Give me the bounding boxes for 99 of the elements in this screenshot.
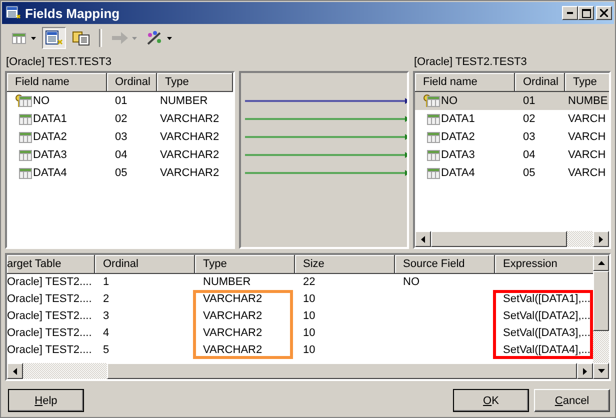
close-button[interactable] <box>596 6 612 20</box>
column-header[interactable]: arget Table <box>7 255 95 274</box>
table-cell-text: VARCHAR2 <box>159 148 220 163</box>
table-cell-text: 10 <box>303 343 316 358</box>
table-cell-text: SetVal([DATA3],... <box>503 326 590 341</box>
table-cell-text: VARCH <box>567 148 607 163</box>
table-cell-text: NO <box>403 275 420 290</box>
scroll-up-button[interactable] <box>593 255 609 271</box>
table-label: [Oracle] TEST.TEST3 <box>5 55 113 70</box>
column-header[interactable]: Type <box>157 73 233 92</box>
table-cell-text: 02 <box>522 112 536 127</box>
scroll-down-button[interactable] <box>593 363 609 379</box>
table-cell-text: VARCHAR2 <box>159 112 220 127</box>
column-header[interactable]: Type <box>565 73 609 92</box>
table-cell-text: VARCHAR2 <box>203 326 262 341</box>
scrollbar-thumb[interactable] <box>107 363 577 379</box>
key-field-icon <box>423 94 441 108</box>
field-cell: DATA1 <box>415 110 515 128</box>
table-cell-text: 5 <box>103 343 110 358</box>
help-button[interactable]: Help <box>8 389 84 412</box>
table-cell-text: 05 <box>522 166 536 181</box>
scroll-right-button[interactable] <box>593 231 609 247</box>
table-cell-text: 02 <box>114 112 128 127</box>
column-header[interactable]: Ordinal <box>95 255 195 274</box>
table-cell-text: VARCHAR2 <box>203 292 262 307</box>
field-cell: NO <box>415 92 515 110</box>
scrollbar-thumb[interactable] <box>593 271 609 331</box>
table-cell-text: VARCH <box>567 166 607 181</box>
caret-icon[interactable] <box>167 36 172 40</box>
table-cell-text: Oracle] TEST2.... <box>7 292 92 307</box>
app-icon <box>5 5 21 21</box>
field-cell: DATA2 <box>7 128 107 146</box>
cancel-button[interactable]: Cancel <box>534 389 610 412</box>
table-cell-text: VARCH <box>567 130 607 145</box>
maximize-button[interactable] <box>578 6 594 20</box>
table-cell-text: 10 <box>303 309 316 324</box>
ok-button[interactable]: OK <box>453 389 529 412</box>
table-cell-text: 03 <box>114 130 128 145</box>
table-cell-text: VARCHAR2 <box>203 343 262 358</box>
field-cell: DATA4 <box>415 164 515 182</box>
table-cell-text: Oracle] TEST2.... <box>7 326 92 341</box>
table-cell: 01 <box>515 92 565 110</box>
minimize-icon <box>567 12 573 14</box>
table-cell-text: 05 <box>114 166 128 181</box>
caret-icon[interactable] <box>31 36 36 40</box>
down-arrow-icon <box>598 369 604 373</box>
table-cell-text: 2 <box>103 292 110 307</box>
column-header[interactable]: Ordinal <box>515 73 565 92</box>
field-cell: NO <box>7 92 107 110</box>
column-header[interactable]: Source Field <box>395 255 495 274</box>
field-cell: DATA3 <box>7 146 107 164</box>
field-cell: DATA1 <box>7 110 107 128</box>
table-cell-text: SetVal([DATA2],... <box>503 309 590 324</box>
column-header[interactable]: Ordinal <box>107 73 157 92</box>
column-header[interactable]: Size <box>295 255 395 274</box>
table-cell-text: 10 <box>303 326 316 341</box>
table-cell: NUMBE <box>565 92 609 110</box>
table-cell-text: 03 <box>522 130 536 145</box>
field-cell: DATA2 <box>415 128 515 146</box>
table-cell-text: 01 <box>114 94 128 109</box>
table-cell-text: Oracle] TEST2.... <box>7 309 92 324</box>
table-cell-text: 04 <box>522 148 536 163</box>
table-cell-text: Oracle] TEST2.... <box>7 343 92 358</box>
field-cell: DATA4 <box>7 164 107 182</box>
scroll-left-button[interactable] <box>415 231 431 247</box>
column-header[interactable]: Field name <box>7 73 107 92</box>
table-label: [Oracle] TEST2.TEST3 <box>413 55 528 70</box>
scrollbar-thumb[interactable] <box>431 231 567 247</box>
table-cell-text: 10 <box>303 292 316 307</box>
table-cell-text: 04 <box>114 148 128 163</box>
table-cell-text: 4 <box>103 326 110 341</box>
maximize-icon <box>582 8 590 18</box>
table-cell-text: VARCHAR2 <box>203 309 262 324</box>
minimize-button[interactable] <box>562 6 578 20</box>
table-cell-text: VARCHAR2 <box>159 130 220 145</box>
table-cell-text: 1 <box>103 275 110 290</box>
key-field-icon <box>15 94 33 108</box>
table-cell-text: 3 <box>103 309 110 324</box>
table-cell-text: NUMBER <box>159 94 209 109</box>
field-cell: DATA3 <box>415 146 515 164</box>
table-cell-text: VARCHAR2 <box>159 166 220 181</box>
close-icon <box>600 9 608 17</box>
left-arrow-icon <box>421 236 425 242</box>
table-cell-text: 22 <box>303 275 316 290</box>
up-arrow-icon <box>598 261 604 265</box>
window-title: Fields Mapping <box>25 6 121 20</box>
table-cell-text: Oracle] TEST2.... <box>7 275 92 290</box>
scroll-right-button[interactable] <box>577 363 593 379</box>
table-cell-text: VARCH <box>567 112 607 127</box>
table-cell-text: SetVal([DATA1],... <box>503 292 590 307</box>
column-header[interactable]: Field name <box>415 73 515 92</box>
table-cell-text: NUMBER <box>203 275 251 290</box>
table-cell-text: SetVal([DATA4],... <box>503 343 590 358</box>
left-arrow-icon <box>13 368 17 374</box>
right-arrow-icon <box>599 236 603 242</box>
right-arrow-icon <box>583 368 587 374</box>
column-header[interactable]: Expression <box>495 255 593 274</box>
scroll-left-button[interactable] <box>7 363 23 379</box>
column-header[interactable]: Type <box>195 255 295 274</box>
